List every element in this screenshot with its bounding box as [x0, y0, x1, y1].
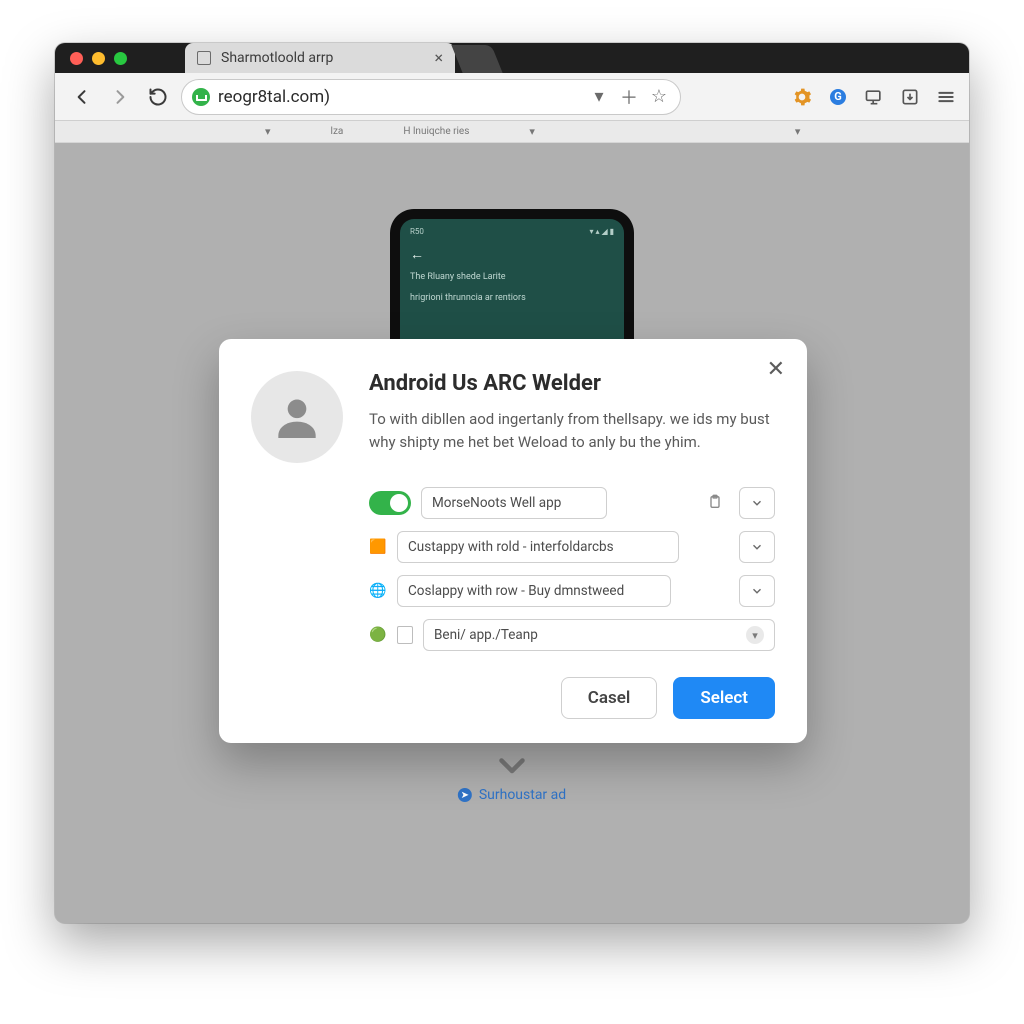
phone-signal-icons: ▾ ▴ ◢ ▮ — [589, 227, 614, 236]
scroll-down-icon[interactable] — [494, 747, 530, 787]
toolbar-right: G — [791, 86, 957, 108]
page-icon — [397, 626, 413, 644]
select-label: Select — [700, 688, 748, 708]
window-titlebar: Sharmotloold arrp × — [55, 43, 969, 73]
back-button[interactable] — [67, 82, 97, 112]
add-page-icon[interactable]: ＋ — [618, 84, 640, 110]
path-dropdown-icon[interactable]: ▾ — [746, 626, 764, 644]
subbar-caret-icon[interactable]: ▾ — [529, 125, 535, 138]
select-button[interactable]: Select — [673, 677, 775, 719]
forward-button[interactable] — [105, 82, 135, 112]
browser-tab[interactable]: Sharmotloold arrp × — [185, 43, 455, 73]
option-dropdown[interactable] — [739, 575, 775, 607]
phone-back-icon: ← — [410, 246, 614, 263]
path-row: 🟢 Beni/ app./Teanp ▾ — [369, 619, 775, 651]
subbar-caret-icon[interactable]: ▾ — [795, 125, 801, 138]
option-dropdown[interactable] — [739, 487, 775, 519]
subbar-item[interactable]: H lnuiqche ries — [403, 126, 469, 137]
phone-time: R50 — [410, 227, 424, 236]
dialog-title: Android Us ARC Welder — [369, 371, 775, 396]
browser-toolbar: reogr8tal.com) ▾ ＋ ☆ G — [55, 73, 969, 121]
tab-favicon — [197, 51, 211, 65]
footer-link[interactable]: ➤ Surhoustar ad — [458, 787, 566, 803]
option-row: 🟧 Custappy with rold - interfoldarcbs — [369, 531, 775, 563]
option-dropdown[interactable] — [739, 531, 775, 563]
phone-text-line: The Rluany shede Larite — [410, 271, 614, 284]
downloads-icon[interactable] — [899, 86, 921, 108]
address-url: reogr8tal.com) — [218, 87, 580, 107]
subbar-caret-icon[interactable]: ▾ — [265, 125, 271, 138]
cancel-label: Casel — [588, 688, 631, 708]
option-field[interactable]: Custappy with rold - interfoldarcbs — [397, 531, 679, 563]
tab-close-button[interactable]: × — [434, 50, 443, 66]
address-bar[interactable]: reogr8tal.com) ▾ ＋ ☆ — [181, 79, 681, 115]
page-content: R50 ▾ ▴ ◢ ▮ ← The Rluany shede Larite hr… — [55, 143, 969, 923]
new-tab-button[interactable] — [451, 45, 502, 73]
info-dot-icon: ➤ — [458, 788, 472, 802]
option-chrome-icon: 🟢 — [369, 627, 387, 643]
settings-gear-icon[interactable] — [791, 86, 813, 108]
window-close-button[interactable] — [70, 52, 83, 65]
dialog-options: MorseNoots Well app 🟧 Custappy with rold… — [369, 487, 775, 651]
menu-hamburger-icon[interactable] — [935, 86, 957, 108]
option-label: MorseNoots Well app — [432, 495, 561, 511]
tab-title: Sharmotloold arrp — [221, 50, 333, 66]
browser-window: Sharmotloold arrp × reogr8tal.com) ▾ ＋ ☆ — [55, 43, 969, 923]
footer-link-label: Surhoustar ad — [479, 787, 566, 803]
tab-bar: Sharmotloold arrp × — [185, 43, 497, 73]
option-emoji-icon: 🟧 — [369, 539, 387, 555]
window-maximize-button[interactable] — [114, 52, 127, 65]
subbar-item[interactable]: lza — [331, 126, 344, 137]
window-controls — [70, 52, 127, 65]
phone-text-line: hrigrioni thrunncia ar rentiors — [410, 292, 614, 305]
clipboard-icon[interactable] — [707, 494, 723, 512]
dialog-close-button[interactable]: ✕ — [767, 357, 785, 382]
option-field[interactable]: MorseNoots Well app — [421, 487, 607, 519]
option-row: MorseNoots Well app — [369, 487, 775, 519]
option-row: 🌐 Coslappy with row - Buy dmnstweed — [369, 575, 775, 607]
window-minimize-button[interactable] — [92, 52, 105, 65]
option-label: Coslappy with row - Buy dmnstweed — [408, 583, 624, 599]
option-toggle[interactable] — [369, 491, 411, 515]
path-value: Beni/ app./Teanp — [434, 627, 538, 643]
avatar-icon — [251, 371, 343, 463]
reader-mode-icon[interactable]: ▾ — [588, 86, 610, 107]
dialog-description: To with dibllen aod ingertanly from thel… — [369, 408, 775, 453]
bookmark-star-icon[interactable]: ☆ — [648, 86, 670, 107]
arc-welder-dialog: ✕ Android Us ARC Welder To with dibllen … — [219, 339, 807, 743]
extension-badge-icon[interactable]: G — [827, 86, 849, 108]
dialog-actions: Casel Select — [251, 677, 775, 719]
phone-status-bar: R50 ▾ ▴ ◢ ▮ — [410, 227, 614, 236]
reload-button[interactable] — [143, 82, 173, 112]
path-field[interactable]: Beni/ app./Teanp ▾ — [423, 619, 775, 651]
devices-icon[interactable] — [863, 86, 885, 108]
option-globe-icon: 🌐 — [369, 583, 387, 599]
secure-lock-icon — [192, 88, 210, 106]
bookmarks-bar: ▾ lza H lnuiqche ries ▾ ▾ — [55, 121, 969, 143]
option-field[interactable]: Coslappy with row - Buy dmnstweed — [397, 575, 671, 607]
option-label: Custappy with rold - interfoldarcbs — [408, 539, 614, 555]
cancel-button[interactable]: Casel — [561, 677, 658, 719]
